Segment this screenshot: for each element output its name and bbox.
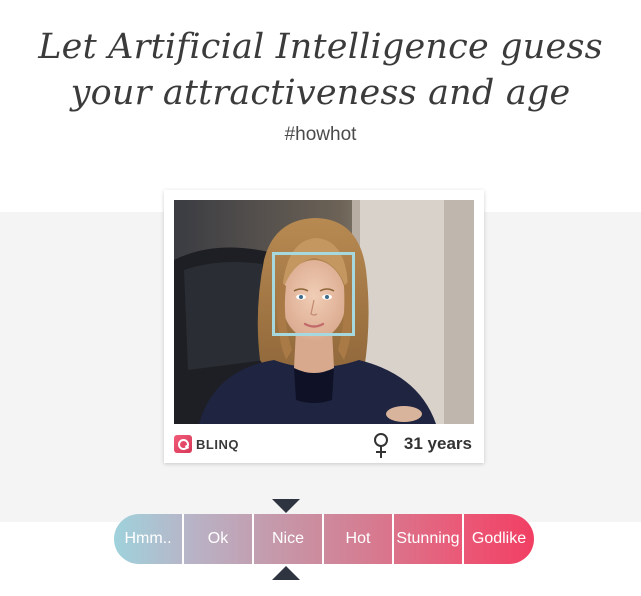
rating-option-hmm[interactable]: Hmm.. <box>114 514 184 564</box>
rating-bar: Hmm.. Ok Nice Hot Stunning Godlike <box>114 514 534 564</box>
rating-option-nice[interactable]: Nice <box>254 514 324 564</box>
brand[interactable]: BLINQ <box>174 434 239 454</box>
age-estimate: 31 years <box>372 432 472 458</box>
hashtag: #howhot <box>284 124 357 145</box>
rating-option-hot[interactable]: Hot <box>324 514 394 564</box>
rating-pointer-bottom-icon <box>272 566 300 580</box>
headline: Let Artificial Intelligence guess your a… <box>0 24 641 116</box>
page: Let Artificial Intelligence guess your a… <box>0 0 641 596</box>
rating-option-stunning[interactable]: Stunning <box>394 514 464 564</box>
age-value: 31 years <box>403 434 472 453</box>
rating-pointer-top-icon <box>272 499 300 513</box>
female-symbol-icon <box>373 433 388 458</box>
brand-name: BLINQ <box>196 436 239 452</box>
card-footer: BLINQ 31 years <box>174 432 474 458</box>
result-card: BLINQ 31 years <box>164 190 484 463</box>
headline-line-2: your attractiveness and age <box>70 73 571 113</box>
face-detection-box <box>272 252 355 336</box>
rating-option-godlike[interactable]: Godlike <box>464 514 534 564</box>
rating-option-ok[interactable]: Ok <box>184 514 254 564</box>
blinq-logo-icon <box>174 435 192 453</box>
headline-line-1: Let Artificial Intelligence guess <box>38 27 603 67</box>
uploaded-photo[interactable] <box>174 200 474 424</box>
